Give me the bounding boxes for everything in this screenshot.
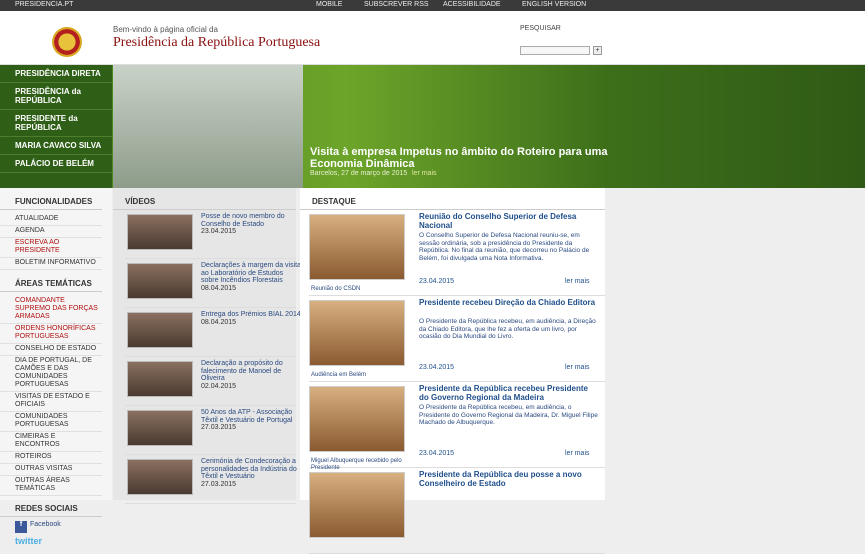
search-label: PESQUISAR — [520, 25, 561, 32]
video-date: 08.04.2015 — [201, 318, 237, 326]
featured-item: Reunião do CSDN Reunião do Conselho Super… — [309, 210, 605, 296]
link-dia-portugal[interactable]: DIA DE PORTUGAL, DE CAMÕES E DAS COMUNID… — [0, 356, 102, 392]
link-atualidade[interactable]: ATUALIDADE — [0, 214, 102, 226]
video-date: 08.04.2015 — [201, 284, 237, 292]
header: Bem-vindo à página oficial da Presidênci… — [0, 11, 865, 65]
hero-banner: PRESIDÊNCIA DIRETA PRESIDÊNCIA da REPÚBL… — [0, 65, 865, 188]
facebook-link[interactable]: f Facebook — [0, 521, 112, 533]
link-ordens[interactable]: ORDENS HONORÍFICAS PORTUGUESAS — [0, 324, 102, 344]
functionalities-title: FUNCIONALIDADES — [0, 188, 102, 210]
video-thumbnail[interactable] — [127, 459, 193, 495]
site-link[interactable]: PRESIDENCIA.PT — [15, 1, 73, 8]
featured-headline[interactable]: Reunião do Conselho Superior de Defesa N… — [419, 212, 599, 230]
video-item[interactable]: Cerimónia de Condecoração a personalidad… — [125, 455, 297, 504]
featured-caption: Reunião do CSDN — [311, 286, 361, 292]
nav-maria-cavaco-silva[interactable]: MARIA CAVACO SILVA — [0, 137, 112, 155]
link-roteiros[interactable]: ROTEIROS — [0, 452, 102, 464]
link-cimeiras[interactable]: CIMEIRAS E ENCONTROS — [0, 432, 102, 452]
video-item[interactable]: 50 Anos da ATP - Associação Têxtil e Ves… — [125, 406, 296, 455]
featured-summary: O Presidente da República recebeu, em au… — [419, 318, 596, 340]
search-button[interactable]: + — [593, 46, 602, 55]
rss-link[interactable]: SUBSCREVER RSS — [364, 1, 429, 8]
link-comunidades[interactable]: COMUNIDADES PORTUGUESAS — [0, 412, 102, 432]
video-title[interactable]: Declarações à margem da visita ao Labora… — [201, 262, 301, 284]
hero-read-more[interactable]: ler mais — [412, 170, 437, 177]
video-date: 02.04.2015 — [201, 382, 237, 390]
video-item[interactable]: Declarações à margem da visita ao Labora… — [125, 259, 301, 308]
featured-photo[interactable] — [309, 300, 405, 366]
featured-date: 23.04.2015 — [419, 450, 455, 457]
twitter-link[interactable]: twitter — [0, 536, 112, 546]
featured-photo[interactable] — [309, 472, 405, 538]
top-bar: PRESIDENCIA.PT MOBILE SUBSCREVER RSS ACE… — [0, 0, 865, 11]
video-item[interactable]: Posse de novo membro do Conselho de Esta… — [125, 210, 296, 259]
hero-headline[interactable]: Visita à empresa Impetus no âmbito do Ro… — [310, 146, 620, 170]
link-escreva[interactable]: ESCREVA AO PRESIDENTE — [0, 238, 102, 258]
video-date: 27.03.2015 — [201, 424, 237, 431]
video-thumbnail[interactable] — [127, 263, 193, 299]
featured-headline[interactable]: Presidente recebeu Direção da Chiado Edi… — [419, 298, 599, 307]
video-date: 27.03.2015 — [201, 480, 237, 488]
thematic-areas-title: ÁREAS TEMÁTICAS — [0, 270, 102, 292]
coat-of-arms-logo[interactable] — [52, 27, 82, 57]
link-comandante[interactable]: COMANDANTE SUPREMO DAS FORÇAS ARMADAS — [0, 296, 102, 324]
video-thumbnail[interactable] — [127, 214, 193, 250]
video-thumbnail[interactable] — [127, 410, 193, 446]
left-column: FUNCIONALIDADES ATUALIDADE AGENDA ESCREV… — [0, 188, 112, 546]
social-title: REDES SOCIAIS — [0, 496, 102, 517]
video-date: 23.04.2015 — [201, 228, 237, 235]
featured-date: 23.04.2015 — [419, 278, 455, 285]
featured-headline[interactable]: Presidente da República recebeu Presiden… — [419, 384, 599, 402]
video-title[interactable]: Declaração a propósito do falecimento de… — [201, 360, 283, 382]
featured-headline[interactable]: Presidente da República deu posse a novo… — [419, 470, 599, 488]
link-visitas[interactable]: VISITAS DE ESTADO E OFICIAIS — [0, 392, 102, 412]
featured-item: Presidente da República deu posse a novo… — [309, 468, 605, 554]
featured-photo[interactable] — [309, 214, 405, 280]
facebook-icon: f — [15, 521, 27, 533]
video-item[interactable]: Declaração a propósito do falecimento de… — [125, 357, 296, 406]
english-link[interactable]: ENGLISH VERSION — [522, 1, 586, 8]
nav-palacio-belem[interactable]: PALÁCIO DE BELÉM — [0, 155, 112, 173]
nav-presidencia-direta[interactable]: PRESIDÊNCIA DIRETA — [0, 65, 112, 83]
mobile-link[interactable]: MOBILE — [316, 1, 342, 8]
accessibility-link[interactable]: ACESSIBILIDADE — [443, 1, 501, 8]
site-title[interactable]: Presidência da República Portuguesa — [113, 35, 320, 51]
welcome-text: Bem-vindo à página oficial da — [113, 25, 218, 34]
search-input[interactable] — [520, 46, 590, 55]
featured-item: Miguel Albuquerque recebido pelo Preside… — [309, 382, 605, 471]
hero-date: Barcelos, 27 de março de 2015 — [310, 170, 408, 177]
video-title[interactable]: Entrega dos Prémios BIAL 2014 — [201, 311, 301, 318]
video-thumbnail[interactable] — [127, 312, 193, 348]
featured-item: Audiência em Belém Presidente recebeu Dir… — [309, 296, 605, 382]
featured-photo[interactable] — [309, 386, 405, 452]
featured-caption: Audiência em Belém — [311, 372, 367, 378]
nav-presidente-republica[interactable]: PRESIDENTE da REPÚBLICA — [0, 110, 112, 137]
featured-column: DESTAQUE Reunião do CSDN Reunião do Conse… — [300, 188, 605, 554]
featured-title: DESTAQUE — [300, 188, 605, 210]
video-thumbnail[interactable] — [127, 361, 193, 397]
videos-title: VÍDEOS — [113, 188, 296, 210]
link-outras-visitas[interactable]: OUTRAS VISITAS — [0, 464, 102, 476]
video-title[interactable]: 50 Anos da ATP - Associação Têxtil e Ves… — [201, 409, 292, 424]
video-title[interactable]: Posse de novo membro do Conselho de Esta… — [201, 213, 285, 228]
nav-presidencia-republica[interactable]: PRESIDÊNCIA da REPÚBLICA — [0, 83, 112, 110]
video-title[interactable]: Cerimónia de Condecoração a personalidad… — [201, 458, 297, 480]
video-item[interactable]: Entrega dos Prémios BIAL 2014 08.04.2015 — [125, 308, 301, 357]
link-boletim[interactable]: BOLETIM INFORMATIVO — [0, 258, 102, 270]
link-agenda[interactable]: AGENDA — [0, 226, 102, 238]
main-nav: PRESIDÊNCIA DIRETA PRESIDÊNCIA da REPÚBL… — [0, 65, 112, 188]
featured-read-more[interactable]: ler mais — [565, 364, 590, 371]
hero-photo[interactable] — [113, 65, 303, 188]
videos-column: VÍDEOS Posse de novo membro do Conselho … — [113, 188, 301, 504]
featured-read-more[interactable]: ler mais — [565, 450, 590, 457]
featured-summary: O Conselho Superior de Defesa Nacional r… — [419, 232, 590, 262]
facebook-label: Facebook — [30, 521, 61, 528]
featured-summary: O Presidente da República recebeu, em au… — [419, 404, 598, 426]
link-conselho[interactable]: CONSELHO DE ESTADO — [0, 344, 102, 356]
link-outras-areas[interactable]: OUTRAS ÁREAS TEMÁTICAS — [0, 476, 102, 496]
featured-read-more[interactable]: ler mais — [565, 278, 590, 285]
featured-date: 23.04.2015 — [419, 364, 455, 371]
